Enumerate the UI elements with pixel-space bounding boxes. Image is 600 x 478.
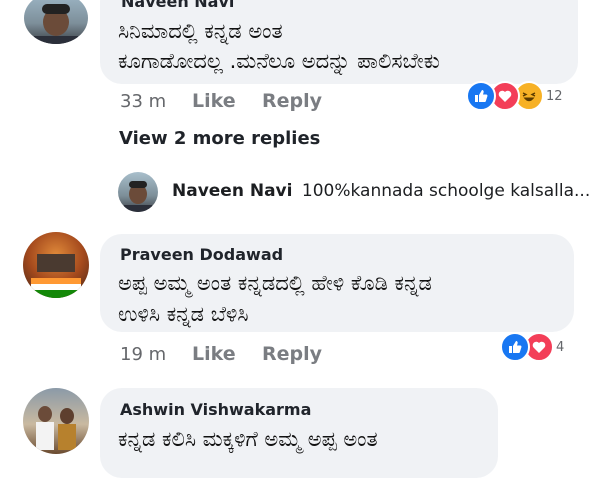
- comment-timestamp[interactable]: 19 m: [120, 344, 166, 365]
- like-button[interactable]: Like: [192, 343, 236, 365]
- comment-text-line: ಅಪ್ಪ ಅಮ್ಮ ಅಂತ ಕನ್ನಡದಲ್ಲಿ ಹೇಳಿ ಕೊಡಿ ಕನ್ನಡ: [118, 271, 432, 295]
- comment-author[interactable]: Naveen Navi: [121, 0, 234, 11]
- reply-author[interactable]: Naveen Navi: [172, 181, 292, 201]
- comment-author[interactable]: Ashwin Vishwakarma: [120, 400, 311, 419]
- avatar-naveen-small[interactable]: [118, 172, 158, 212]
- like-button[interactable]: Like: [192, 90, 236, 112]
- reply-button[interactable]: Reply: [262, 343, 322, 365]
- comment-timestamp[interactable]: 33 m: [120, 91, 166, 112]
- comment-text-line: ಉಳಿಸಿ ಕನ್ನಡ ಬೆಳಿಸಿ: [118, 302, 249, 326]
- comment-text-line: ಕೂಗಾಡೋದಲ್ಲ .ಮನೆಲೂ ಅದನ್ನು ಪಾಲಿಸಬೇಕು: [118, 49, 440, 73]
- like-icon: [466, 81, 496, 111]
- reactions-summary[interactable]: 4: [500, 332, 565, 362]
- reaction-count: 4: [556, 339, 565, 355]
- reactions-summary[interactable]: 12: [466, 81, 563, 111]
- reaction-count: 12: [546, 88, 563, 104]
- comment-text-line: ಸಿನಿಮಾದಲ್ಲಿ ಕನ್ನಡ ಅಂತ: [118, 19, 283, 43]
- reply-button[interactable]: Reply: [262, 90, 322, 112]
- comment-author[interactable]: Praveen Dodawad: [120, 245, 283, 264]
- like-icon: [500, 332, 530, 362]
- view-more-replies-link[interactable]: View 2 more replies: [119, 128, 320, 149]
- avatar-ashwin[interactable]: [23, 388, 89, 454]
- avatar-praveen[interactable]: [23, 232, 89, 298]
- reply-preview[interactable]: Naveen Navi 100%kannada schoolge kalsall…: [172, 181, 590, 201]
- reply-text: 100%kannada schoolge kalsalla...: [301, 181, 591, 201]
- avatar-naveen[interactable]: [24, 0, 88, 44]
